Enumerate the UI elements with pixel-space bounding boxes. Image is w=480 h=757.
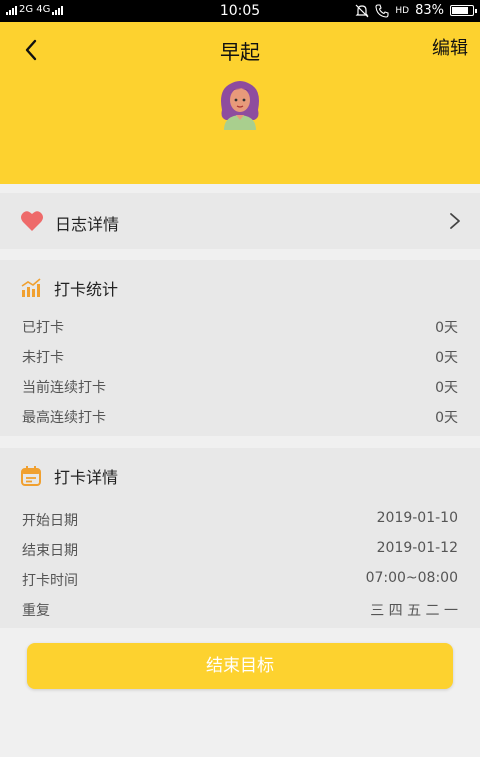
details-row-value: 三 四 五 二 一: [370, 603, 458, 619]
details-row-label: 打卡时间: [22, 573, 78, 589]
details-row-value: 2019-01-10: [376, 510, 458, 526]
stats-row-value: 0天: [435, 350, 458, 366]
stats-row-label: 未打卡: [22, 350, 64, 366]
calendar-icon: [21, 466, 41, 486]
details-row-label: 结束日期: [22, 543, 78, 559]
heart-icon: [21, 211, 43, 231]
stats-row: 当前连续打卡 0天: [22, 377, 458, 399]
header: 早起 编辑: [0, 22, 480, 184]
chart-icon: [21, 278, 41, 297]
stats-row-label: 最高连续打卡: [22, 410, 106, 426]
stats-row-label: 当前连续打卡: [22, 380, 106, 396]
details-row: 开始日期 2019-01-10: [22, 510, 458, 532]
checkin-details-section: 打卡详情 开始日期 2019-01-10 结束日期 2019-01-12 打卡时…: [0, 448, 480, 628]
battery-percent: 83%: [415, 3, 444, 18]
mute-icon: [355, 4, 369, 17]
stats-row: 已打卡 0天: [22, 317, 458, 339]
stats-row: 未打卡 0天: [22, 347, 458, 369]
chevron-right-icon: [450, 213, 460, 229]
stats-row-value: 0天: [435, 410, 458, 426]
diary-details-label: 日志详情: [55, 215, 120, 234]
battery-icon: [450, 5, 477, 16]
avatar: [221, 81, 259, 130]
details-row-value: 07:00~08:00: [365, 570, 458, 586]
network-hd: HD: [395, 5, 410, 16]
end-goal-button[interactable]: 结束目标: [27, 643, 453, 689]
stats-row: 最高连续打卡 0天: [22, 407, 458, 429]
edit-button[interactable]: 编辑: [432, 34, 468, 60]
stats-header: 打卡统计: [20, 276, 118, 300]
diary-details-row[interactable]: 日志详情: [0, 193, 480, 249]
details-row-label: 开始日期: [22, 513, 78, 529]
checkin-stats-section: 打卡统计 已打卡 0天 未打卡 0天 当前连续打卡 0天 最高连续打卡 0天: [0, 260, 480, 436]
page-title: 早起: [220, 40, 260, 64]
details-header: 打卡详情: [20, 464, 118, 488]
call-icon: [375, 3, 389, 18]
details-row: 结束日期 2019-01-12: [22, 540, 458, 562]
stats-row-value: 0天: [435, 380, 458, 396]
stats-row-value: 0天: [435, 320, 458, 336]
details-title: 打卡详情: [54, 468, 119, 487]
stats-row-label: 已打卡: [22, 320, 64, 336]
battery-fill: [452, 7, 468, 14]
details-row: 重复 三 四 五 二 一: [22, 600, 458, 622]
status-right: HD 83%: [355, 3, 477, 18]
stats-title: 打卡统计: [54, 280, 119, 299]
status-bar: 2G 4G 10:05 HD 83%: [0, 0, 480, 22]
details-row-value: 2019-01-12: [376, 540, 458, 556]
details-row-label: 重复: [22, 603, 50, 619]
details-row: 打卡时间 07:00~08:00: [22, 570, 458, 592]
